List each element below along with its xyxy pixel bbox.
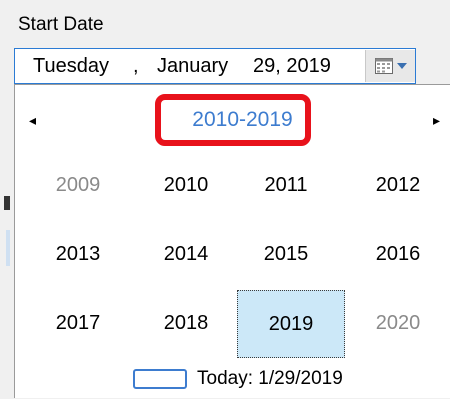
year-cell[interactable]: 2017 (33, 293, 123, 353)
background-control-edge (6, 230, 10, 266)
year-cell[interactable]: 2013 (33, 224, 123, 284)
day-year-segment[interactable]: 29, 2019 (253, 55, 331, 78)
date-separator: , (133, 55, 139, 77)
start-date-label: Start Date (18, 14, 104, 35)
year-cell[interactable]: 2016 (353, 224, 443, 284)
background-control-edge (4, 196, 10, 210)
year-cell[interactable]: 2018 (141, 293, 231, 353)
year-cell[interactable]: 2020 (353, 293, 443, 353)
date-picker-field[interactable]: Tuesday , January 29, 2019 (14, 48, 416, 84)
year-cell[interactable]: 2012 (353, 155, 443, 215)
year-cell-selected[interactable]: 2019 (237, 290, 345, 358)
today-label: Today: 1/29/2019 (197, 368, 343, 389)
year-cell[interactable]: 2014 (141, 224, 231, 284)
year-cell[interactable]: 2015 (241, 224, 331, 284)
weekday-segment[interactable]: Tuesday (33, 55, 109, 78)
month-segment[interactable]: January (157, 55, 228, 78)
year-cell[interactable]: 2011 (241, 155, 331, 215)
year-cell[interactable]: 2009 (33, 155, 123, 215)
year-grid: 2009 2010 2011 2012 2013 2014 2015 2016 2017 2018… (15, 85, 450, 399)
calendar-popup: ◂ ▸ 2010-2019 2009 2010 2011 2012 2013 2014 20… (14, 84, 450, 398)
chevron-down-icon (396, 63, 407, 69)
today-link[interactable]: Today: 1/29/2019 (133, 367, 343, 391)
calendar-icon (374, 58, 393, 74)
today-indicator-swatch (133, 369, 187, 389)
year-cell[interactable]: 2010 (141, 155, 231, 215)
calendar-dropdown-button[interactable] (365, 50, 415, 82)
